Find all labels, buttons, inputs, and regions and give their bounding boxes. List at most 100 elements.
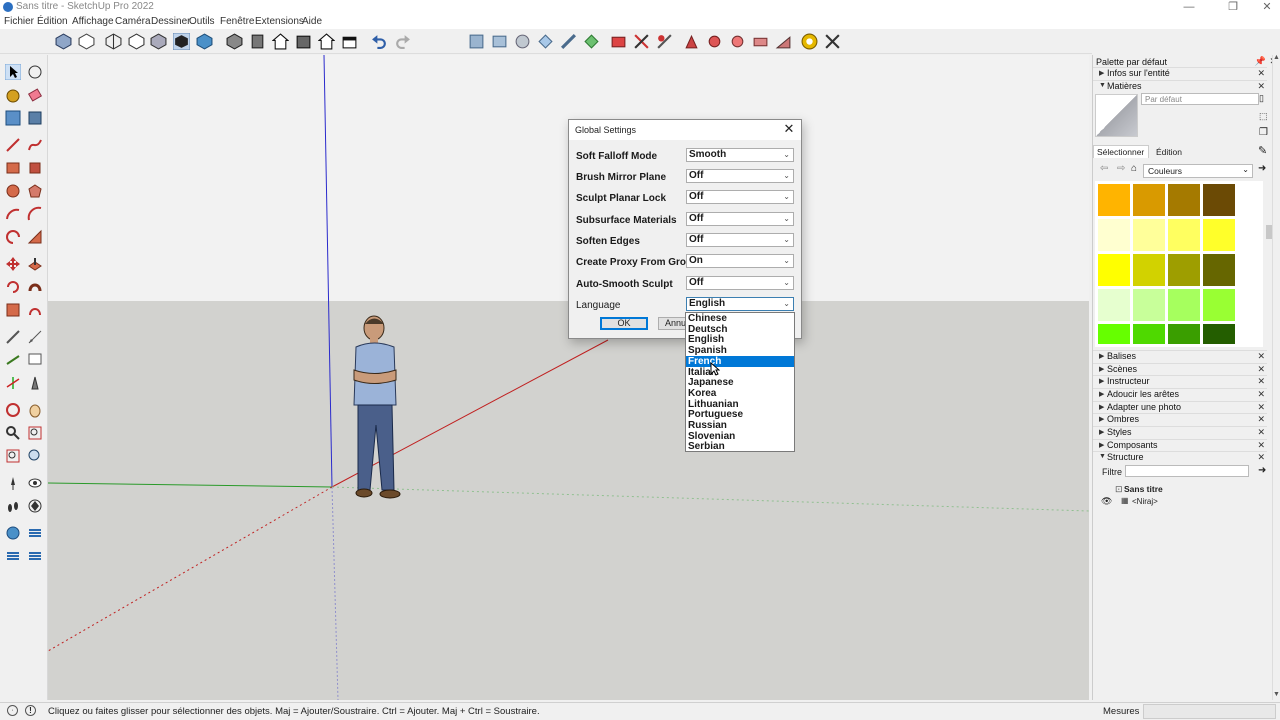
scroll-down-icon[interactable]: ▼	[1273, 691, 1280, 698]
dimension-icon[interactable]	[27, 329, 43, 345]
scale-figure-niraj[interactable]	[346, 315, 416, 500]
follow-me-icon[interactable]	[27, 279, 43, 295]
menu-aide[interactable]: Aide	[302, 16, 322, 27]
color-swatch[interactable]	[1133, 324, 1165, 344]
polygon-icon[interactable]	[27, 183, 43, 199]
pan-hand-icon[interactable]	[27, 402, 43, 418]
monochrome-icon[interactable]	[196, 33, 213, 50]
color-swatch[interactable]	[1098, 184, 1130, 216]
scale-icon[interactable]	[5, 302, 21, 318]
create-proxy-select[interactable]: On ⌄	[686, 254, 794, 268]
details-arrow-icon[interactable]: ➜	[1258, 163, 1266, 174]
sandbox-from-scratch-icon[interactable]	[27, 525, 43, 541]
sculpt-planar-lock-select[interactable]: Off ⌄	[686, 190, 794, 204]
weld-icon[interactable]	[706, 33, 723, 50]
arc-icon[interactable]	[5, 206, 21, 222]
close-icon[interactable]: ✕	[1257, 81, 1265, 92]
dialog-close-button[interactable]: ✕	[782, 122, 796, 136]
option-lithuanian[interactable]: Lithuanian	[686, 399, 794, 410]
menu-edition[interactable]: Édition	[37, 16, 68, 27]
sandbox-icon[interactable]	[468, 33, 485, 50]
two-point-arc-icon[interactable]	[27, 206, 43, 222]
option-slovenian[interactable]: Slovenian	[686, 431, 794, 442]
color-swatch[interactable]	[1133, 184, 1165, 216]
color-swatch[interactable]	[1168, 324, 1200, 344]
material-name-field[interactable]: Par défaut	[1141, 93, 1259, 105]
color-swatch[interactable]	[1168, 289, 1200, 321]
left-view-icon[interactable]	[341, 33, 358, 50]
menu-extensions[interactable]: Extensions	[255, 16, 304, 27]
section-shadows[interactable]: ▶ Ombres ✕	[1093, 413, 1267, 425]
circle-icon[interactable]	[5, 183, 21, 199]
axes-icon[interactable]	[5, 375, 21, 391]
close-icon[interactable]: ✕	[1257, 351, 1265, 362]
color-swatch[interactable]	[1098, 289, 1130, 321]
option-deutsch[interactable]: Deutsch	[686, 324, 794, 335]
measurements-input[interactable]	[1143, 704, 1276, 719]
position-camera-icon[interactable]	[5, 475, 21, 491]
language-select[interactable]: English ⌄	[686, 297, 794, 311]
section-plane-icon[interactable]	[27, 498, 43, 514]
section-instructor[interactable]: ▶ Instructeur ✕	[1093, 375, 1267, 387]
close-icon[interactable]: ✕	[1257, 427, 1265, 438]
xray-view-icon[interactable]	[55, 33, 72, 50]
details-arrow-icon[interactable]: ➜	[1258, 465, 1266, 476]
close-icon[interactable]: ✕	[1257, 389, 1265, 400]
color-swatch[interactable]	[1168, 184, 1200, 216]
stamp-icon[interactable]	[775, 33, 792, 50]
close-icon[interactable]: ✕	[1257, 440, 1265, 451]
section-soften-edges[interactable]: ▶ Adoucir les arêtes ✕	[1093, 388, 1267, 400]
default-material-icon[interactable]: ⬚	[1259, 111, 1268, 122]
close-icon[interactable]: ✕	[1257, 452, 1265, 463]
option-french[interactable]: French	[686, 355, 794, 367]
option-chinese[interactable]: Chinese	[686, 313, 794, 324]
menu-dessiner[interactable]: Dessiner	[151, 16, 190, 27]
shaded-icon[interactable]	[150, 33, 167, 50]
auto-smooth-select[interactable]: Off ⌄	[686, 276, 794, 290]
smoove-icon[interactable]	[5, 548, 21, 564]
back-arrow-icon[interactable]: ⇦	[1100, 163, 1108, 174]
option-korea[interactable]: Korea	[686, 388, 794, 399]
scroll-up-icon[interactable]: ▲	[1273, 54, 1280, 61]
close-icon[interactable]: ✕	[1257, 414, 1265, 425]
walk-icon[interactable]	[5, 498, 21, 514]
redo-icon[interactable]	[394, 33, 411, 50]
paint-terrain-icon[interactable]	[583, 33, 600, 50]
move-vertex-icon[interactable]	[683, 33, 700, 50]
tape-measure-icon[interactable]	[5, 329, 21, 345]
select-arrow-icon[interactable]	[5, 64, 21, 80]
soften-edges-select[interactable]: Off ⌄	[686, 233, 794, 247]
outliner-root[interactable]: Sans titre	[1124, 484, 1163, 494]
three-point-arc-icon[interactable]	[27, 229, 43, 245]
minimize-button[interactable]: —	[1176, 0, 1202, 15]
undo-icon[interactable]	[371, 33, 388, 50]
section-scenes[interactable]: ▶ Scènes ✕	[1093, 363, 1267, 375]
forward-arrow-icon[interactable]: ⇨	[1117, 163, 1125, 174]
home-icon[interactable]: ⌂	[1131, 163, 1137, 174]
back-view-icon[interactable]	[318, 33, 335, 50]
orbit-icon[interactable]	[5, 402, 21, 418]
zoom-window-icon[interactable]	[27, 425, 43, 441]
sculpt-icon[interactable]	[491, 33, 508, 50]
option-russian[interactable]: Russian	[686, 420, 794, 431]
line-tool-icon[interactable]	[5, 137, 21, 153]
shaded-textures-icon[interactable]	[173, 33, 190, 50]
back-edges-icon[interactable]	[78, 33, 95, 50]
color-swatch[interactable]	[1168, 254, 1200, 286]
push-pull-icon[interactable]	[27, 256, 43, 272]
smooth-icon[interactable]	[514, 33, 531, 50]
pencil-edit-icon[interactable]: ✎	[1258, 144, 1267, 157]
pin-icon[interactable]: 📌	[1255, 56, 1266, 67]
close-icon[interactable]: ✕	[1257, 68, 1265, 79]
3d-text-icon[interactable]	[27, 375, 43, 391]
dim-tool-icon[interactable]	[610, 33, 627, 50]
hidden-line-icon[interactable]	[128, 33, 145, 50]
cut-tool-icon[interactable]	[633, 33, 650, 50]
freehand-icon[interactable]	[27, 137, 43, 153]
color-swatch[interactable]	[1168, 219, 1200, 251]
wireframe-icon[interactable]	[105, 33, 122, 50]
section-styles[interactable]: ▶ Styles ✕	[1093, 426, 1267, 438]
tools-wrench-icon[interactable]	[824, 33, 841, 50]
sandbox-from-contours-icon[interactable]	[5, 525, 21, 541]
close-icon[interactable]: ✕	[1257, 364, 1265, 375]
